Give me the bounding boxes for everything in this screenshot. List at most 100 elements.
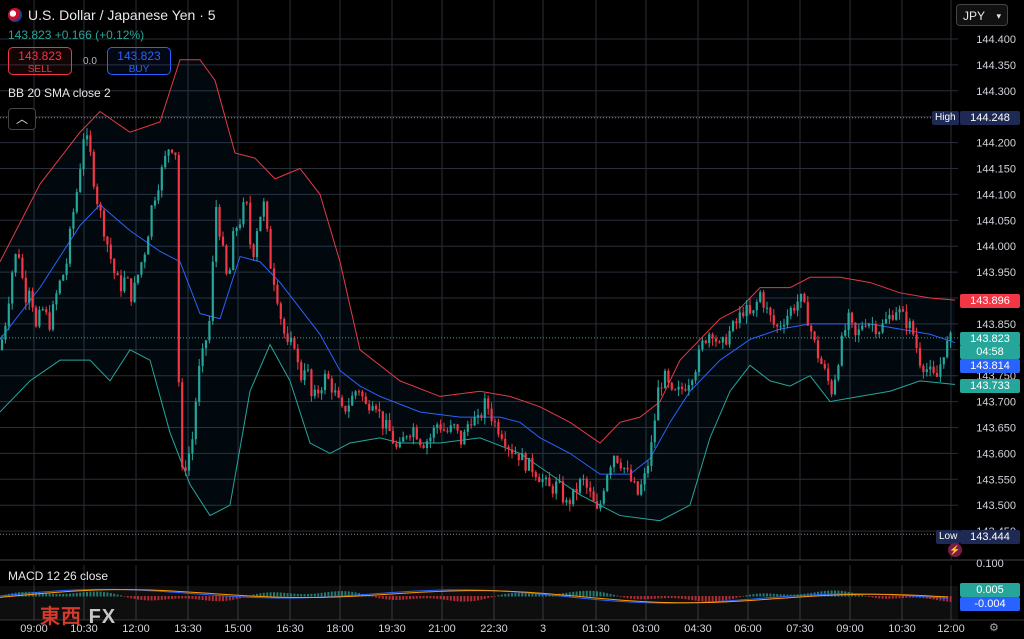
macd-histogram-bar	[86, 591, 88, 597]
candle-body	[17, 254, 21, 258]
candle-body	[806, 302, 809, 326]
bb-indicator-label[interactable]: BB 20 SMA close 2	[8, 86, 111, 100]
macd-histogram-bar	[769, 593, 772, 597]
lightning-icon[interactable]: ⚡	[948, 543, 962, 557]
gear-icon[interactable]: ⚙	[989, 621, 999, 634]
collapse-indicators-button[interactable]: ︿	[8, 108, 36, 130]
macd-histogram-bar	[429, 596, 432, 599]
candle-body	[147, 236, 150, 255]
macd-histogram-bar	[313, 593, 316, 597]
candle-body	[942, 357, 945, 365]
macd-histogram-bar	[878, 596, 881, 599]
macd-histogram-bar	[269, 592, 272, 597]
macd-histogram-bar	[701, 596, 704, 602]
macd-histogram-bar	[436, 596, 439, 599]
macd-histogram-bar	[888, 596, 891, 599]
candle-body	[262, 201, 265, 217]
candle-body	[599, 503, 602, 509]
candle-body	[65, 263, 68, 275]
candle-body	[497, 422, 500, 435]
candle-body	[337, 390, 340, 398]
macd-histogram-bar	[415, 596, 418, 599]
macd-histogram-bar	[120, 595, 122, 597]
macd-histogram-bar	[266, 592, 269, 597]
candle-body	[905, 311, 908, 329]
symbol-title[interactable]: U.S. Dollar / Japanese Yen · 5	[8, 7, 216, 23]
buy-label: BUY	[128, 64, 150, 75]
macd-histogram-bar	[123, 596, 126, 597]
candle-body	[555, 481, 558, 494]
candle-body	[558, 481, 561, 483]
macd-histogram-bar	[184, 596, 187, 599]
macd-histogram-bar	[511, 593, 513, 597]
candle-body	[374, 405, 378, 410]
macd-histogram-bar	[616, 595, 619, 597]
candle-body	[306, 369, 310, 371]
macd-histogram-bar	[514, 592, 517, 597]
candle-body	[922, 365, 925, 373]
candle-body	[578, 479, 582, 493]
candle-body	[769, 307, 772, 316]
y-tick-label: 143.550	[976, 474, 1016, 486]
macd-histogram-bar	[218, 596, 221, 602]
candle-body	[48, 312, 51, 330]
macd-histogram-bar	[466, 596, 469, 602]
macd-histogram-bar	[528, 593, 530, 597]
y-tick-label: 143.650	[976, 423, 1016, 435]
candle-body	[762, 292, 765, 308]
candle-body	[483, 398, 486, 418]
candle-body	[191, 439, 194, 454]
watermark-fx: FX	[88, 606, 117, 628]
candle-body	[867, 324, 871, 326]
candle-body	[830, 380, 833, 395]
candle-body	[884, 319, 888, 324]
macd-histogram-bar	[24, 591, 27, 597]
lower-band-tag: 143.733	[960, 379, 1020, 393]
macd-histogram-bar	[279, 592, 282, 597]
candle-body	[466, 424, 469, 432]
candle-body	[803, 293, 806, 303]
candle-body	[140, 262, 143, 275]
sell-button[interactable]: 143.823 SELL	[8, 47, 72, 75]
signal-value-tag: -0.004	[960, 597, 1020, 611]
macd-histogram-bar	[480, 596, 483, 600]
candle-body	[255, 231, 259, 258]
candle-body	[272, 268, 276, 285]
macd-histogram-bar	[402, 596, 405, 600]
candle-body	[143, 254, 146, 263]
candle-body	[109, 244, 112, 259]
candle-body	[823, 363, 826, 369]
candle-body	[881, 323, 884, 333]
candle-body	[170, 149, 174, 153]
currency-selector[interactable]: JPY ▾	[956, 4, 1008, 26]
macd-histogram-bar	[494, 596, 496, 597]
macd-indicator-label[interactable]: MACD 12 26 close	[8, 569, 108, 583]
candle-body	[650, 442, 653, 467]
macd-histogram-bar	[191, 596, 194, 599]
candle-body	[398, 441, 401, 448]
candle-body	[368, 403, 371, 411]
x-tick-label: 16:30	[276, 623, 304, 635]
price-chart[interactable]: 144.400144.350144.300144.250144.200144.1…	[0, 0, 1024, 639]
macd-histogram-bar	[745, 595, 748, 597]
x-tick-label: 04:30	[684, 623, 712, 635]
macd-histogram-bar	[300, 594, 303, 597]
macd-histogram-bar	[626, 596, 629, 599]
candle-body	[531, 457, 534, 473]
candle-body	[759, 292, 762, 302]
macd-histogram-bar	[439, 596, 442, 600]
macd-histogram-bar	[504, 593, 507, 597]
candle-body	[415, 427, 418, 440]
x-tick-label: 06:00	[734, 623, 762, 635]
buy-button[interactable]: 143.823 BUY	[107, 47, 171, 75]
macd-histogram-bar	[167, 596, 170, 600]
candle-body	[123, 277, 126, 292]
candle-body	[228, 270, 231, 274]
candle-body	[96, 186, 99, 205]
candle-body	[864, 325, 867, 327]
candle-body	[361, 391, 364, 397]
candle-body	[660, 387, 663, 389]
candle-body	[871, 323, 874, 325]
candle-body	[344, 405, 347, 412]
candle-body	[323, 373, 327, 391]
